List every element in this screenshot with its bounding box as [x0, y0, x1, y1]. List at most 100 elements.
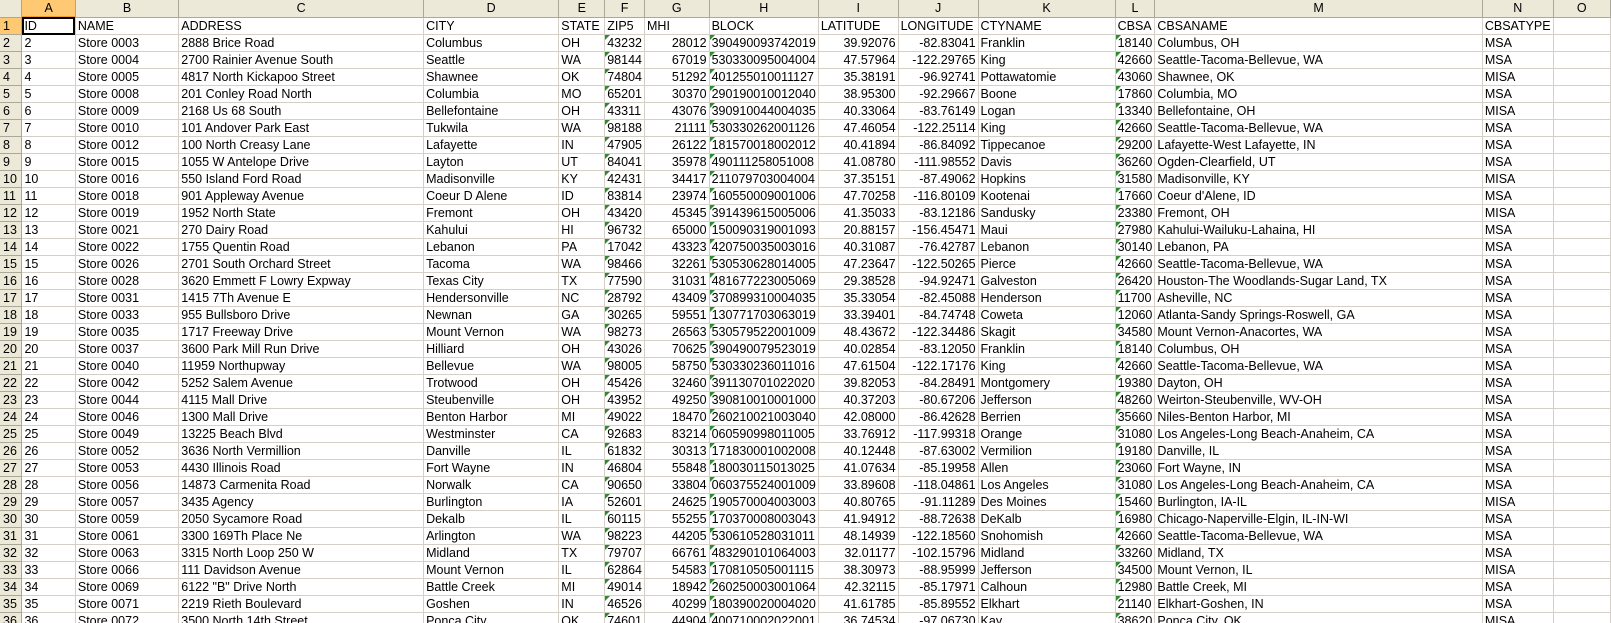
table-cell[interactable]: 060375524001009 — [709, 476, 819, 494]
table-cell[interactable]: 13 — [21, 221, 76, 239]
table-cell[interactable]: 23974 — [644, 187, 710, 205]
table-cell[interactable]: -96.92741 — [898, 68, 979, 86]
table-cell[interactable]: MSA — [1482, 357, 1554, 375]
column-title-cell[interactable]: CTYNAME — [978, 17, 1116, 35]
table-cell[interactable] — [1553, 595, 1611, 613]
table-cell[interactable]: 30 — [21, 510, 76, 528]
table-cell[interactable]: 34580 — [1115, 323, 1156, 341]
table-cell[interactable]: 6 — [21, 102, 76, 120]
table-cell[interactable]: 47.57964 — [818, 51, 899, 69]
table-cell[interactable] — [1553, 255, 1611, 273]
table-cell[interactable]: Store 0057 — [75, 493, 180, 511]
table-cell[interactable]: 74804 — [604, 68, 645, 86]
table-cell[interactable]: 46526 — [604, 595, 645, 613]
table-cell[interactable]: IL — [558, 561, 606, 579]
table-cell[interactable]: 43323 — [644, 238, 710, 256]
table-cell[interactable]: 270 Dairy Road — [178, 221, 425, 239]
table-cell[interactable]: Steubenville — [423, 391, 560, 409]
column-header-n[interactable]: N — [1482, 0, 1554, 18]
table-cell[interactable]: 5 — [21, 85, 76, 103]
table-cell[interactable] — [1553, 527, 1611, 545]
table-cell[interactable]: Shawnee — [423, 68, 560, 86]
table-cell[interactable]: 36260 — [1115, 153, 1156, 171]
table-cell[interactable]: 17660 — [1115, 187, 1156, 205]
table-cell[interactable]: -80.67206 — [898, 391, 979, 409]
table-cell[interactable]: Ponca City, OK — [1154, 612, 1483, 623]
table-cell[interactable]: Jefferson — [978, 561, 1116, 579]
table-cell[interactable]: 52601 — [604, 493, 645, 511]
table-cell[interactable]: MISA — [1482, 561, 1554, 579]
table-cell[interactable]: 20.88157 — [818, 221, 899, 239]
table-cell[interactable]: Seattle-Tacoma-Bellevue, WA — [1154, 527, 1483, 545]
table-cell[interactable]: OK — [558, 68, 606, 86]
column-title-cell[interactable]: CBSANAME — [1154, 17, 1483, 35]
table-cell[interactable] — [1553, 68, 1611, 86]
table-cell[interactable]: Store 0031 — [75, 289, 180, 307]
table-cell[interactable] — [1553, 323, 1611, 341]
table-cell[interactable]: 31080 — [1115, 425, 1156, 443]
table-cell[interactable]: 59551 — [644, 306, 710, 324]
table-cell[interactable]: 40.33064 — [818, 102, 899, 120]
table-cell[interactable]: 14873 Carmenita Road — [178, 476, 425, 494]
table-cell[interactable]: MSA — [1482, 408, 1554, 426]
table-cell[interactable]: Layton — [423, 153, 560, 171]
table-cell[interactable]: 390490093742019 — [709, 34, 819, 52]
table-cell[interactable]: 38.30973 — [818, 561, 899, 579]
table-cell[interactable]: 2168 Us 68 South — [178, 102, 425, 120]
table-cell[interactable]: 180390020004020 — [709, 595, 819, 613]
table-cell[interactable]: 44205 — [644, 527, 710, 545]
table-cell[interactable] — [1553, 136, 1611, 154]
table-cell[interactable] — [1553, 374, 1611, 392]
row-header[interactable]: 11 — [0, 187, 23, 205]
table-cell[interactable]: Coweta — [978, 306, 1116, 324]
table-cell[interactable]: Store 0052 — [75, 442, 180, 460]
column-title-cell[interactable]: ZIP5 — [604, 17, 645, 35]
table-cell[interactable]: Dekalb — [423, 510, 560, 528]
table-cell[interactable]: Los Angeles-Long Beach-Anaheim, CA — [1154, 425, 1483, 443]
table-cell[interactable] — [1553, 272, 1611, 290]
table-cell[interactable]: MSA — [1482, 119, 1554, 137]
table-cell[interactable]: 98005 — [604, 357, 645, 375]
table-cell[interactable]: 32460 — [644, 374, 710, 392]
table-cell[interactable]: 260210021003040 — [709, 408, 819, 426]
table-cell[interactable]: 34417 — [644, 170, 710, 188]
table-cell[interactable]: 17860 — [1115, 85, 1156, 103]
table-cell[interactable]: MI — [558, 578, 606, 596]
table-cell[interactable]: 11700 — [1115, 289, 1156, 307]
table-cell[interactable]: Store 0072 — [75, 612, 180, 623]
table-cell[interactable]: Ogden-Clearfield, UT — [1154, 153, 1483, 171]
table-cell[interactable]: 42660 — [1115, 255, 1156, 273]
table-cell[interactable]: Tukwila — [423, 119, 560, 137]
table-cell[interactable]: 43952 — [604, 391, 645, 409]
table-cell[interactable]: MSA — [1482, 272, 1554, 290]
table-cell[interactable]: Henderson — [978, 289, 1116, 307]
table-cell[interactable]: 33.89608 — [818, 476, 899, 494]
table-cell[interactable]: 41.08780 — [818, 153, 899, 171]
table-cell[interactable]: 35 — [21, 595, 76, 613]
table-cell[interactable]: OK — [558, 612, 606, 623]
table-cell[interactable]: IN — [558, 459, 606, 477]
table-cell[interactable]: 92683 — [604, 425, 645, 443]
table-cell[interactable]: 130771703063019 — [709, 306, 819, 324]
table-cell[interactable]: 30313 — [644, 442, 710, 460]
row-header[interactable]: 28 — [0, 476, 23, 494]
table-cell[interactable]: 54583 — [644, 561, 710, 579]
table-cell[interactable]: MSA — [1482, 459, 1554, 477]
table-cell[interactable]: Store 0040 — [75, 357, 180, 375]
table-cell[interactable]: Elkhart — [978, 595, 1116, 613]
table-cell[interactable]: 31 — [21, 527, 76, 545]
table-cell[interactable]: WA — [558, 527, 606, 545]
table-cell[interactable]: 48260 — [1115, 391, 1156, 409]
table-cell[interactable]: Store 0016 — [75, 170, 180, 188]
table-cell[interactable]: -88.72638 — [898, 510, 979, 528]
table-cell[interactable]: Columbia, MO — [1154, 85, 1483, 103]
table-cell[interactable] — [1553, 561, 1611, 579]
table-cell[interactable]: Galveston — [978, 272, 1116, 290]
row-header[interactable]: 7 — [0, 119, 23, 137]
table-cell[interactable]: 13340 — [1115, 102, 1156, 120]
table-cell[interactable]: Kay — [978, 612, 1116, 623]
table-cell[interactable]: Fort Wayne — [423, 459, 560, 477]
table-cell[interactable]: IL — [558, 442, 606, 460]
table-cell[interactable]: 3636 North Vermillion — [178, 442, 425, 460]
table-cell[interactable]: -86.84092 — [898, 136, 979, 154]
